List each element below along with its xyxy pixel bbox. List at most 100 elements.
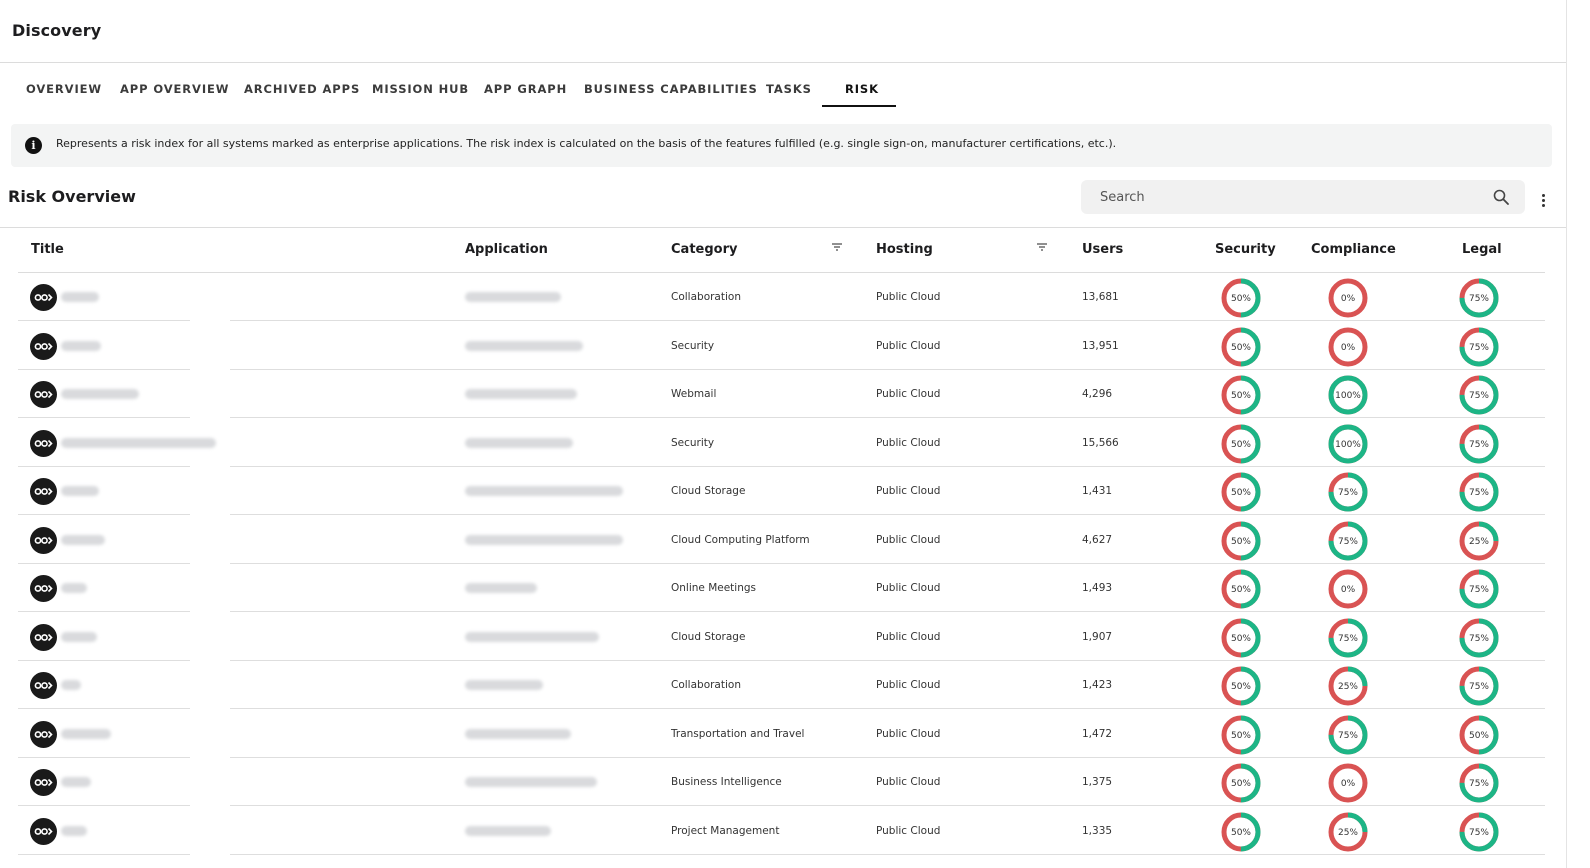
cell-category: Cloud Computing Platform [671,533,810,546]
app-logo-icon [30,769,57,796]
score-label: 50% [1469,731,1489,741]
table-row[interactable]: Cloud Storage Public Cloud 1,907 50% 75% 75% [18,613,1545,661]
score-label: 50% [1231,585,1251,595]
compliance-score-donut: 75% [1328,472,1368,512]
legal-score-donut: 75% [1459,472,1499,512]
score-label: 50% [1231,294,1251,304]
redacted-title [61,825,87,836]
score-label: 50% [1231,343,1251,353]
cell-users: 13,951 [1082,339,1119,352]
tab-overview[interactable]: OVERVIEW [26,82,102,96]
score-label: 75% [1469,488,1489,498]
panel-border [1566,0,1567,868]
score-label: 100% [1335,440,1361,450]
redacted-title [61,486,99,496]
tab-app-overview[interactable]: APP OVERVIEW [120,82,229,96]
legal-score-donut: 75% [1459,424,1499,463]
app-logo-icon [30,284,57,311]
column-header-hosting[interactable]: Hosting [876,242,933,257]
score-label: 100% [1335,391,1361,401]
table-row[interactable]: Project Management Public Cloud 1,335 50% 25… [18,807,1545,855]
redacted-title [61,583,87,593]
security-score-donut: 50% [1221,618,1261,657]
more-options-icon[interactable] [1535,190,1551,212]
table-row[interactable]: Collaboration Public Cloud 13,681 50% 0% 75% [18,273,1545,321]
legal-score-donut: 75% [1459,812,1499,851]
legal-score-donut: 75% [1459,763,1499,803]
column-header-application[interactable]: Application [465,242,548,257]
redacted-title [61,728,111,739]
score-label: 50% [1231,731,1251,741]
score-label: 50% [1231,488,1251,498]
security-score-donut: 50% [1221,715,1261,754]
legal-score-donut: 75% [1459,569,1499,609]
tab-archived-apps[interactable]: ARCHIVED APPS [244,82,360,96]
cell-hosting: Public Cloud [876,291,941,303]
score-label: 50% [1231,634,1251,644]
column-header-legal[interactable]: Legal [1462,242,1502,257]
cell-users: 1,493 [1082,582,1113,594]
table-row[interactable]: Transportation and Travel Public Cloud 1,4… [18,710,1545,758]
tab-risk[interactable]: RISK [845,82,879,96]
column-header-security[interactable]: Security [1215,242,1276,257]
active-tab-indicator [822,105,896,107]
cell-category: Cloud Storage [671,630,746,643]
redacted-application [465,534,623,545]
cell-category: Webmail [671,388,717,400]
info-banner: i Represents a risk index for all system… [11,124,1552,167]
cell-category: Online Meetings [671,582,757,594]
redacted-application [465,631,599,642]
security-score-donut: 50% [1221,569,1261,609]
tab-mission-hub[interactable]: MISSION HUB [372,82,469,96]
score-label: 75% [1469,294,1489,304]
table-row[interactable]: Online Meetings Public Cloud 1,493 50% 0% 75% [18,564,1545,612]
category-filter-icon[interactable] [831,242,843,252]
score-label: 50% [1231,779,1251,789]
top-bar: Discovery [0,0,1566,63]
table-row[interactable]: Security Public Cloud 15,566 50% 100% 75% [18,419,1545,467]
column-header-compliance[interactable]: Compliance [1311,242,1396,257]
redacted-application [465,292,561,302]
redacted-title [61,340,101,351]
cell-category: Security [671,436,715,449]
column-header-users[interactable]: Users [1082,242,1123,257]
table-row[interactable]: Cloud Computing Platform Public Cloud 4,62… [18,516,1545,564]
security-score-donut: 50% [1221,375,1261,415]
cell-users: 1,431 [1082,485,1113,497]
search-input[interactable] [1081,180,1480,214]
hosting-filter-icon[interactable] [1036,242,1048,252]
cell-users: 4,627 [1082,533,1113,546]
column-header-title[interactable]: Title [31,242,64,257]
table-row[interactable]: Security Public Cloud 13,951 50% 0% 75% [18,322,1545,370]
app-logo-icon [30,478,57,505]
score-label: 0% [1341,585,1356,595]
row-divider [18,853,190,855]
tab-business-capabilities[interactable]: BUSINESS CAPABILITIES [584,82,758,96]
tab-app-graph[interactable]: APP GRAPH [484,82,567,96]
security-score-donut: 50% [1221,812,1261,851]
score-label: 75% [1469,634,1489,644]
redacted-application [465,340,583,351]
score-label: 0% [1341,779,1356,789]
tab-tasks[interactable]: TASKS [766,82,812,96]
compliance-score-donut: 100% [1328,375,1368,415]
column-header-category[interactable]: Category [671,242,737,257]
score-label: 50% [1231,440,1251,450]
compliance-score-donut: 0% [1328,763,1368,803]
table-row[interactable]: Business Intelligence Public Cloud 1,375 50… [18,758,1545,806]
score-label: 0% [1341,343,1356,353]
legal-score-donut: 75% [1459,278,1499,318]
redacted-application [465,389,577,399]
app-logo-icon [30,526,57,554]
cell-hosting: Public Cloud [876,679,941,691]
legal-score-donut: 75% [1459,618,1499,657]
legal-score-donut: 75% [1459,375,1499,415]
table-row[interactable]: Webmail Public Cloud 4,296 50% 100% 75% [18,370,1545,418]
security-score-donut: 50% [1221,278,1261,318]
table-row[interactable]: Collaboration Public Cloud 1,423 50% 25% 75% [18,661,1545,709]
redacted-title [61,534,105,545]
search-icon[interactable] [1493,189,1509,205]
section-divider [0,227,1566,228]
table-row[interactable]: Cloud Storage Public Cloud 1,431 50% 75% 75% [18,467,1545,515]
redacted-application [465,728,571,739]
